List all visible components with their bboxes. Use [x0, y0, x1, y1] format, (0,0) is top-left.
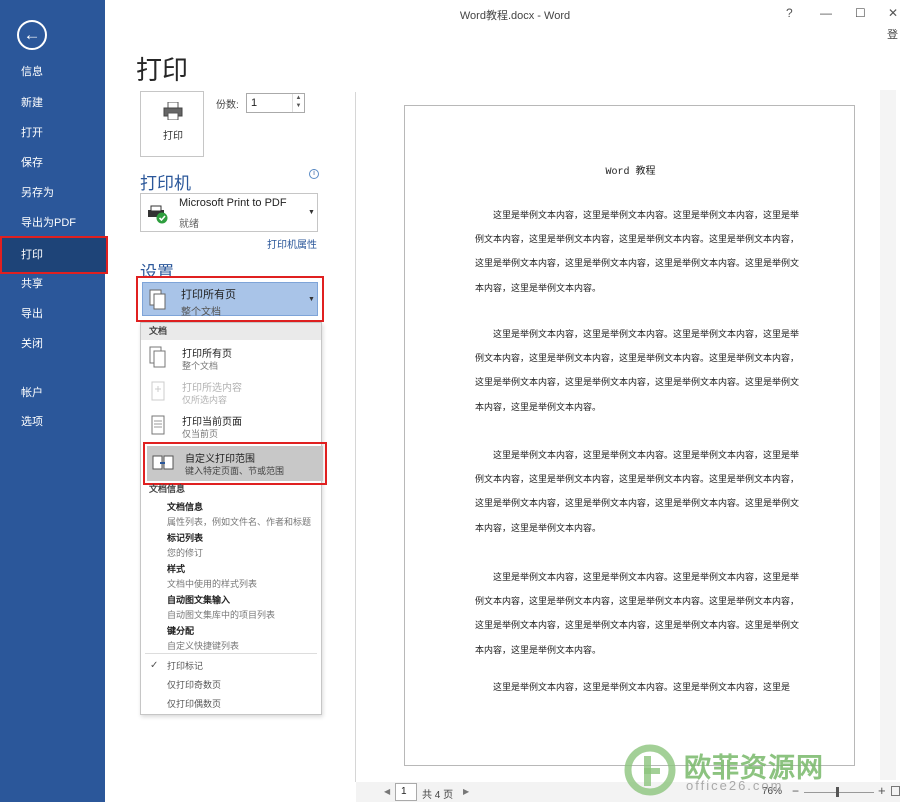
menu-item-autotext[interactable]: 自动图文集输入自动图文集库中的项目列表: [167, 593, 322, 623]
menu-item-markup-list[interactable]: 标记列表 您的修订: [167, 531, 322, 561]
menu-item-current-page[interactable]: 打印当前页面 仅当前页: [141, 409, 321, 443]
window-title: Word教程.docx - Word: [459, 10, 571, 22]
menu-item-title: 打印当前页面: [182, 417, 242, 428]
help-button[interactable]: ?: [786, 6, 793, 20]
chevron-down-icon: ▼: [308, 296, 315, 303]
page-total: 共 4 页: [422, 790, 454, 801]
sign-in-link[interactable]: 登: [887, 26, 898, 42]
menu-item-sub: 仅当前页: [182, 429, 219, 439]
page-title: 打印: [136, 55, 189, 85]
menu-item-custom-range[interactable]: 自定义打印范围 键入特定页面、节或范围: [147, 446, 323, 481]
word-backstage: ← 信息 新建 打开 保存 另存为 导出为PDF 打印 共享 导出 关闭 帐户 …: [0, 0, 900, 802]
menu-item-title: 键分配: [167, 626, 195, 636]
printer-icon: [163, 102, 183, 120]
document-paragraph: 这里是举例文本内容，这里是举例文本内容。这里是举例文本内容，这里是举例文本内容，…: [475, 210, 800, 293]
panel-divider: [355, 92, 356, 782]
nav-open[interactable]: 打开: [0, 118, 105, 148]
print-range-menu: 文档 打印所有页 整个文档 打印所选内容 仅所选内容 打印当前页面 仅当前页 自…: [140, 322, 327, 715]
nav-save[interactable]: 保存: [0, 148, 105, 178]
menu-item-key-assignments[interactable]: 键分配自定义快捷键列表: [167, 624, 322, 654]
print-preview-page: Word 教程 这里是举例文本内容，这里是举例文本内容。这里是举例文本内容，这里…: [404, 105, 855, 766]
close-button[interactable]: ✕: [888, 6, 898, 20]
nav-account[interactable]: 帐户: [0, 378, 105, 408]
menu-item-sub: 自动图文集库中的项目列表: [167, 610, 276, 620]
current-page-icon: [151, 415, 165, 435]
printer-name: Microsoft Print to PDF: [179, 197, 287, 209]
menu-item-all-pages[interactable]: 打印所有页 整个文档: [141, 341, 321, 375]
nav-export[interactable]: 导出: [0, 299, 105, 329]
menu-item-title: 打印所选内容: [182, 383, 242, 394]
document-paragraph: 这里是举例文本内容，这里是举例文本内容。这里是举例文本内容，这里是举例文本内容，…: [475, 450, 800, 533]
menu-item-title: 自动图文集输入: [167, 595, 231, 605]
all-pages-icon: [149, 346, 166, 368]
watermark-url: office26.com: [686, 778, 784, 793]
printer-heading: 打印机: [140, 174, 191, 193]
option-even-pages[interactable]: 仅打印偶数页: [167, 697, 221, 710]
copies-label: 份数:: [216, 100, 239, 111]
print-range-sublabel: 整个文档: [181, 307, 221, 318]
minimize-button[interactable]: —: [820, 6, 832, 20]
nav-close[interactable]: 关闭: [0, 329, 105, 359]
menu-item-sub: 属性列表，例如文件名、作者和标题: [167, 517, 312, 527]
menu-item-sub: 仅所选内容: [182, 395, 228, 405]
print-button-label: 打印: [163, 131, 183, 142]
print-range-dropdown[interactable]: 打印所有页 整个文档 ▼: [136, 276, 324, 322]
nav-new[interactable]: 新建: [0, 88, 105, 118]
option-print-markup[interactable]: 打印标记: [167, 659, 203, 672]
menu-item-title: 标记列表: [167, 533, 204, 543]
menu-section-document: 文档: [141, 323, 321, 340]
watermark: 欧菲资源网 office26.com: [622, 742, 900, 802]
document-paragraph: 这里是举例文本内容，这里是举例文本内容。这里是举例文本内容，这里是举例文本内容，…: [475, 329, 800, 412]
backstage-sidebar: ← 信息 新建 打开 保存 另存为 导出为PDF 打印 共享 导出 关闭 帐户 …: [0, 0, 108, 802]
custom-range-highlight: 自定义打印范围 键入特定页面、节或范围: [143, 442, 327, 485]
menu-item-selection: 打印所选内容 仅所选内容: [141, 375, 321, 409]
document-paragraph: 这里是举例文本内容，这里是举例文本内容。这里是举例文本内容，这里是: [493, 682, 791, 692]
arrow-left-icon: ←: [23, 25, 41, 44]
custom-range-icon: [152, 455, 174, 470]
menu-item-sub: 键入特定页面、节或范围: [185, 466, 285, 476]
copies-value: 1: [251, 97, 258, 109]
printer-status: 就绪: [179, 219, 199, 230]
menu-item-title: 样式: [167, 564, 186, 574]
menu-divider: [145, 653, 317, 654]
nav-save-as[interactable]: 另存为: [0, 178, 105, 208]
all-pages-icon: [149, 289, 166, 310]
menu-item-sub: 文档中使用的样式列表: [167, 579, 258, 589]
nav-options[interactable]: 选项: [0, 407, 105, 437]
menu-item-title: 文档信息: [167, 502, 204, 512]
print-range-selected[interactable]: 打印所有页 整个文档 ▼: [142, 282, 318, 318]
menu-item-sub: 自定义快捷键列表: [167, 641, 240, 651]
menu-item-sub: 您的修订: [167, 548, 204, 558]
nav-info[interactable]: 信息: [0, 57, 105, 87]
copies-stepper[interactable]: 1 ▲ ▼: [246, 93, 305, 113]
prev-page-button[interactable]: ◀: [384, 787, 390, 796]
preview-scrollbar[interactable]: [880, 90, 896, 780]
selection-page-icon: [151, 381, 165, 401]
spin-buttons[interactable]: ▲ ▼: [292, 94, 304, 112]
page-number-input[interactable]: 1: [395, 783, 417, 801]
back-button[interactable]: ←: [17, 20, 47, 50]
menu-item-title: 打印所有页: [182, 349, 232, 360]
check-icon: ✓: [150, 660, 159, 671]
chevron-down-icon: ▼: [308, 209, 315, 216]
menu-item-sub: 整个文档: [182, 361, 219, 371]
next-page-button[interactable]: ▶: [463, 787, 469, 796]
nav-share[interactable]: 共享: [0, 269, 105, 299]
print-button[interactable]: 打印: [140, 91, 204, 157]
nav-export-pdf[interactable]: 导出为PDF: [0, 208, 105, 238]
printer-dropdown[interactable]: Microsoft Print to PDF 就绪 ▼: [140, 193, 318, 232]
maximize-button[interactable]: ☐: [855, 6, 866, 20]
printer-ready-icon: [148, 205, 168, 224]
document-title: Word 教程: [605, 167, 656, 178]
menu-section-doc-info: 文档信息: [149, 484, 186, 494]
menu-item-doc-info[interactable]: 文档信息属性列表，例如文件名、作者和标题: [167, 500, 322, 530]
info-icon[interactable]: i: [309, 169, 319, 179]
menu-item-title: 自定义打印范围: [185, 454, 255, 465]
watermark-logo-icon: [624, 744, 676, 796]
option-odd-pages[interactable]: 仅打印奇数页: [167, 678, 221, 691]
menu-item-styles[interactable]: 样式文档中使用的样式列表: [167, 562, 322, 592]
print-range-label: 打印所有页: [181, 289, 236, 301]
printer-properties-link[interactable]: 打印机属性: [267, 236, 317, 251]
document-paragraph: 这里是举例文本内容，这里是举例文本内容。这里是举例文本内容，这里是举例文本内容，…: [475, 572, 800, 655]
